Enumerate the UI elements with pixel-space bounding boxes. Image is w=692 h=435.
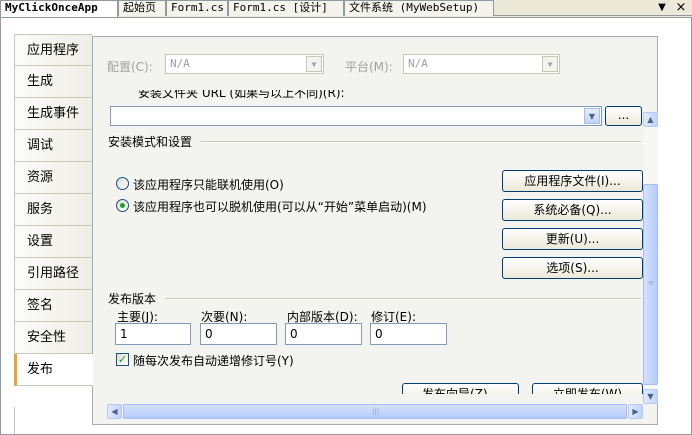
auto-increment-checkbox[interactable]: ✓ — [116, 353, 129, 366]
document-tab-strip: MyClickOnceApp 起始页 Form1.cs Form1.cs [设计… — [0, 0, 692, 17]
platform-combo: N/A ▼ — [403, 54, 560, 74]
vertical-scrollbar[interactable]: ▲ ≡ ▼ — [643, 112, 658, 404]
install-folder-label: 安装文件夹 URL (如果与以上不同)(R): — [138, 90, 345, 100]
minor-input[interactable]: 0 — [200, 323, 277, 345]
side-tab-security[interactable]: 安全性 — [14, 322, 92, 354]
offline-label[interactable]: 该应用程序也可以脱机使用(可以从“开始”菜单启动)(M) — [133, 198, 427, 215]
tab-dropdown-icon[interactable]: ▼ — [655, 1, 669, 15]
horizontal-scrollbar[interactable]: ◀ ||| ▶ — [107, 404, 643, 419]
doc-tab-start-page[interactable]: 起始页 — [118, 0, 166, 16]
auto-increment-label[interactable]: 随每次发布自动递增修订号(Y) — [133, 352, 294, 369]
config-value: N/A — [170, 57, 190, 70]
doc-tab-form1-cs[interactable]: Form1.cs — [166, 0, 228, 16]
browse-button[interactable]: ... — [605, 106, 642, 126]
config-combo: N/A ▼ — [165, 54, 324, 74]
side-tab-fill — [14, 407, 92, 434]
side-tab-debug[interactable]: 调试 — [14, 130, 92, 162]
vertical-scroll-thumb[interactable]: ≡ — [643, 184, 658, 385]
close-icon[interactable]: × — [674, 1, 688, 15]
side-tab-reference-paths[interactable]: 引用路径 — [14, 258, 92, 290]
config-label: 配置(C): — [107, 60, 153, 74]
doc-tab-form1-designer[interactable]: Form1.cs [设计] — [228, 0, 344, 16]
scroll-left-icon[interactable]: ◀ — [107, 404, 122, 419]
prerequisites-button[interactable]: 系统必备(Q)... — [502, 199, 643, 221]
online-only-radio[interactable] — [116, 177, 129, 190]
chevron-down-icon: ▼ — [306, 56, 322, 72]
doc-tab-myclickonceapp[interactable]: MyClickOnceApp — [0, 0, 118, 17]
side-tab-publish[interactable]: 发布 — [14, 354, 93, 386]
side-tab-resources[interactable]: 资源 — [14, 162, 92, 194]
chevron-down-icon: ▼ — [542, 56, 558, 72]
updates-button[interactable]: 更新(U)... — [502, 228, 643, 250]
grip-icon: ||| — [372, 407, 380, 415]
online-only-label[interactable]: 该应用程序只能联机使用(O) — [133, 176, 284, 193]
publish-version-group-label: 发布版本 — [108, 292, 157, 306]
grip-icon: ≡ — [648, 279, 654, 287]
side-tab-settings[interactable]: 设置 — [14, 226, 92, 258]
side-tab-application[interactable]: 应用程序 — [14, 34, 92, 66]
doc-tab-file-system[interactable]: 文件系统 (MyWebSetup) — [344, 0, 494, 16]
side-tab-build-events[interactable]: 生成事件 — [14, 98, 92, 130]
chevron-down-icon[interactable]: ▼ — [584, 108, 600, 124]
project-designer: 应用程序 生成 生成事件 调试 资源 服务 设置 引用路径 签名 安全性 发布 … — [0, 17, 692, 435]
options-button[interactable]: 选项(S)... — [502, 257, 643, 279]
revision-input[interactable]: 0 — [370, 323, 447, 345]
platform-label: 平台(M): — [345, 60, 393, 74]
major-input[interactable]: 1 — [115, 323, 191, 345]
offline-radio[interactable] — [116, 199, 129, 212]
scroll-right-icon[interactable]: ▶ — [628, 404, 643, 419]
group-divider — [165, 298, 641, 300]
radio-selected-dot — [120, 203, 125, 208]
build-input[interactable]: 0 — [285, 323, 362, 345]
scroll-down-icon[interactable]: ▼ — [643, 389, 658, 404]
install-folder-combo[interactable]: ▼ — [110, 106, 602, 126]
publish-scroll-area: 安装文件夹 URL (如果与以上不同)(R): ▼ ... 安装模式和设置 该应… — [93, 90, 657, 394]
side-tab-signing[interactable]: 签名 — [14, 290, 92, 322]
install-mode-group-label: 安装模式和设置 — [108, 135, 193, 149]
horizontal-scroll-thumb[interactable]: ||| — [123, 404, 627, 419]
side-tab-services[interactable]: 服务 — [14, 194, 92, 226]
platform-value: N/A — [408, 57, 428, 70]
side-tab-build[interactable]: 生成 — [14, 66, 92, 98]
publish-now-button[interactable]: 立即发布(W) — [532, 383, 643, 394]
scroll-up-icon[interactable]: ▲ — [643, 112, 658, 127]
application-files-button[interactable]: 应用程序文件(I)... — [502, 170, 643, 192]
group-divider — [201, 141, 641, 143]
publish-wizard-button[interactable]: 发布向导(Z)... — [402, 383, 519, 394]
